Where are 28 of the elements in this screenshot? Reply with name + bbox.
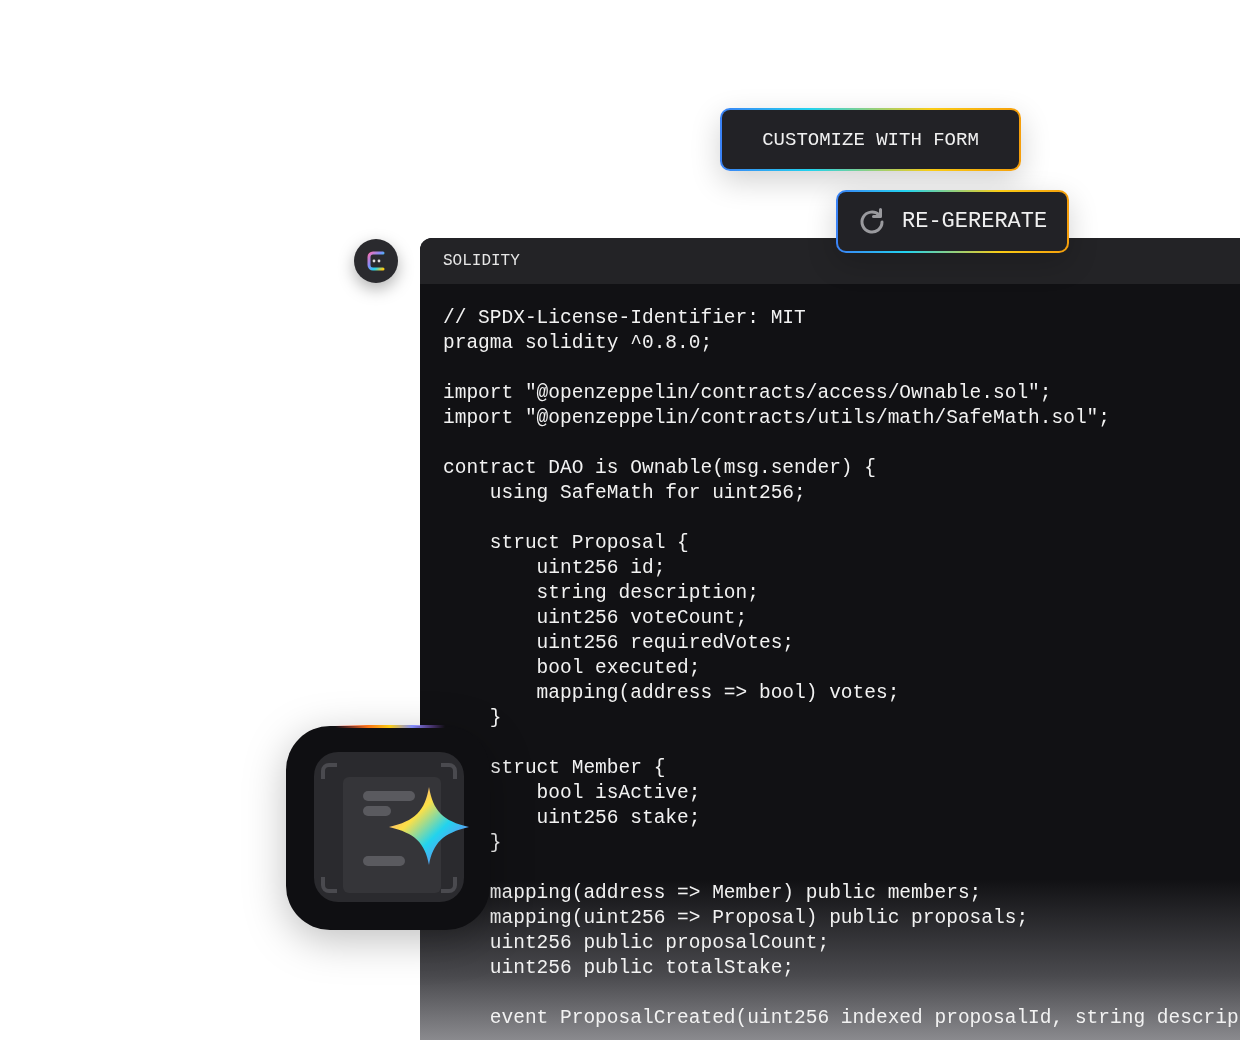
code-line: bool isActive; [535,781,702,806]
code-line: mapping(address => Member) public members; [488,881,983,906]
bot-avatar-icon [353,238,399,284]
customize-button[interactable]: CUSTOMIZE WITH FORM [720,108,1021,171]
regenerate-button[interactable]: RE-GERERATE [836,190,1069,253]
code-line: } [488,706,503,731]
code-line: // SPDX-License-Identifier: MIT [443,306,807,331]
app-icon [285,725,491,931]
code-line: struct Proposal { [488,531,690,556]
code-line: pragma solidity ^0.8.0; [443,331,714,356]
code-line: uint256 requiredVotes; [535,631,796,656]
code-line: uint256 public proposalCount; [488,931,831,956]
code-line: uint256 stake; [535,806,702,831]
language-label: SOLIDITY [443,252,520,270]
code-line: contract DAO is Ownable(msg.sender) { [443,456,877,481]
code-line: string description; [535,581,760,606]
code-line: mapping(uint256 => Proposal) public proposals; [488,906,1030,931]
code-line: mapping(address => bool) votes; [535,681,901,706]
code-line: import "@openzeppelin/contracts/utils/math/SafeMath.sol"; [443,406,1111,431]
code-line: using SafeMath for uint256; [488,481,807,506]
code-line: uint256 id; [535,556,667,581]
code-line: uint256 voteCount; [535,606,749,631]
code-line: event ProposalCreated(uint256 indexed proposalId, string descrip [488,1006,1240,1031]
code-line: import "@openzeppelin/contracts/access/Ownable.sol"; [443,381,1053,406]
code-line: uint256 public totalStake; [488,956,796,981]
code-line: } [488,831,503,856]
code-line: bool executed; [535,656,702,681]
code-line: struct Member { [488,756,667,781]
